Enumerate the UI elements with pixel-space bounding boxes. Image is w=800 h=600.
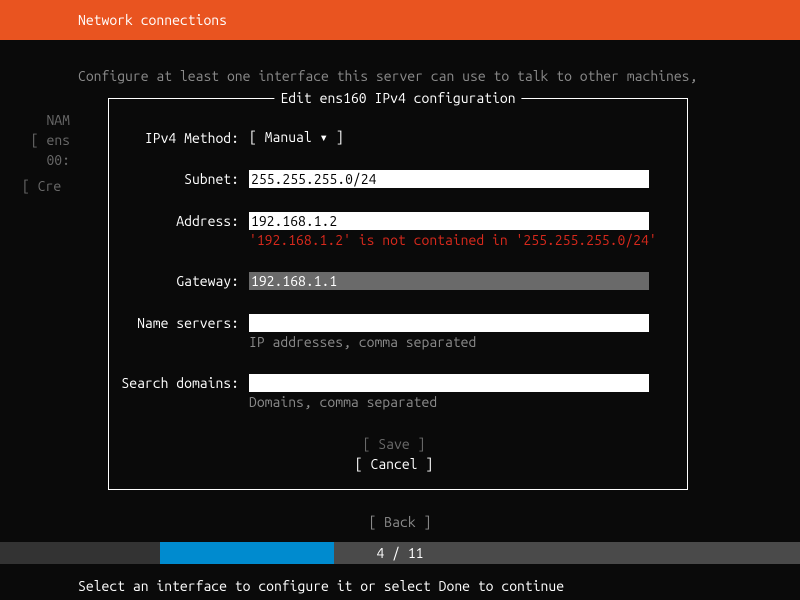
subnet-input[interactable]: 255.255.255.0/24 [249,170,649,188]
bg-create-bond: [ Cre [22,178,61,194]
background-interface-list: NAM [ ens 00: [30,110,70,170]
gateway-label: Gateway: [119,272,249,289]
footer-help-text: Select an interface to configure it or s… [78,578,564,594]
nameservers-label: Name servers: [119,314,249,331]
search-domains-label: Search domains: [119,374,249,391]
dialog-title: Edit ens160 IPv4 configuration [274,90,521,106]
bg-iface: [ ens [30,130,70,150]
search-domains-input[interactable] [249,374,649,392]
ipv4-config-dialog: Edit ens160 IPv4 configuration IPv4 Meth… [108,98,688,490]
search-domains-hint: Domains, comma separated [249,392,669,410]
bg-mac: 00: [30,150,70,170]
page-title: Network connections [78,12,227,28]
ipv4-method-select[interactable]: [ Manual ▾ ] [249,129,344,146]
progress-bar: 4 / 11 [0,542,800,564]
save-button[interactable]: [ Save ] [119,434,669,454]
address-error: '192.168.1.2' is not contained in '255.2… [249,230,669,248]
instruction-text: Configure at least one interface this se… [0,40,800,94]
address-label: Address: [119,212,249,229]
header-bar: Network connections [0,0,800,40]
gateway-input[interactable]: 192.168.1.1 [249,272,649,290]
method-label: IPv4 Method: [119,129,249,146]
bg-col-header: NAM [30,110,70,130]
nameservers-input[interactable] [249,314,649,332]
cancel-button[interactable]: [ Cancel ] [119,454,669,474]
back-button[interactable]: [ Back ] [0,514,800,530]
progress-text: 4 / 11 [0,545,800,561]
nameservers-hint: IP addresses, comma separated [249,332,669,350]
subnet-label: Subnet: [119,170,249,187]
address-input[interactable]: 192.168.1.2 [249,212,649,230]
